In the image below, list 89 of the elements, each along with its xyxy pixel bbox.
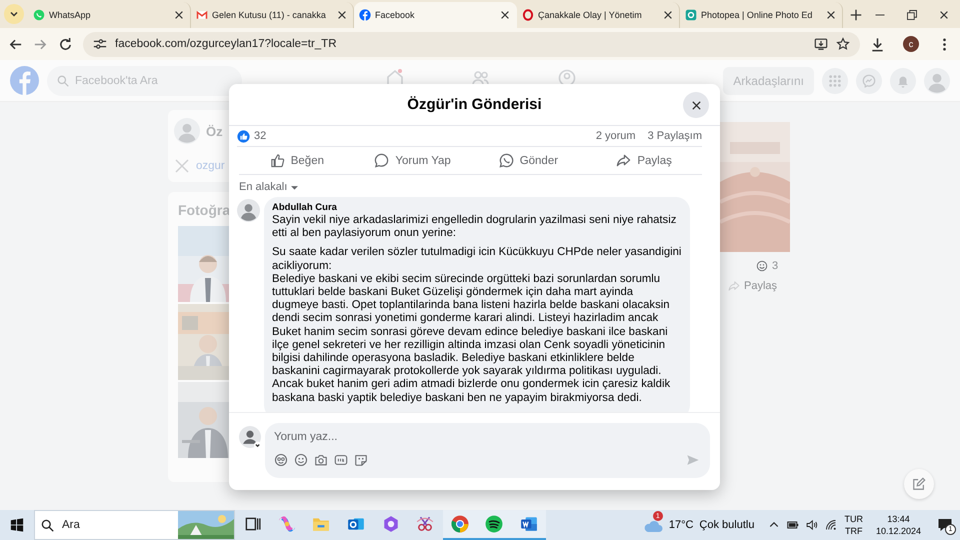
reload-icon[interactable] <box>58 36 73 52</box>
camera-icon[interactable] <box>314 453 328 467</box>
share-arrow-icon <box>616 153 632 168</box>
avatar-icon[interactable] <box>237 199 260 222</box>
search-placeholder: Facebook'ta Ara <box>75 74 158 86</box>
avatar-icon <box>174 118 200 144</box>
apps-grid-icon <box>828 74 842 88</box>
word-icon <box>520 515 538 533</box>
close-button[interactable] <box>683 92 709 118</box>
new-tab-icon[interactable] <box>849 8 863 22</box>
search-icon <box>57 74 69 86</box>
profile-avatar[interactable]: c <box>903 36 919 52</box>
gif-icon[interactable] <box>334 453 348 467</box>
spotify-icon <box>485 515 504 533</box>
tab-title: WhatsApp <box>49 10 92 20</box>
chrome-icon <box>450 515 469 533</box>
bookmark-star-icon[interactable] <box>836 37 850 51</box>
emoji-icon[interactable] <box>294 453 308 467</box>
tab-search-button[interactable] <box>4 4 24 24</box>
site-info-icon[interactable] <box>93 37 107 51</box>
thumbs-up-icon <box>270 153 285 168</box>
taskbar-search[interactable]: Ara <box>34 510 235 540</box>
close-icon[interactable] <box>336 9 348 21</box>
close-icon <box>690 98 702 112</box>
temperature[interactable]: 17°C <box>668 519 694 531</box>
comment-count[interactable]: 2 yorum <box>596 130 636 142</box>
speech-bubble-icon <box>374 153 390 168</box>
comment-text: Su saate kadar verilen sözler tutulmadigi icin Kücükkuyu CHPde neler yasandigini acikliyorum: Belediye baskani ve ekibi secim sürecinde orgütteki bazi sorunlardan sorumlu tuttuklari belde baskani Buket Güzelişi göndermek için daha mart ayinda dugmeye basti. Opet toplantilarinda bana listeni hazirla belde baskani olacaksin dendi secim sonrasi yonetimi gonderme karari alindi. Listeyi hazirladim ancak Buket hanim secim sonrasi göreve devam edince belediye baskani ilce baskani ilçe genel sekreteri ve her rezilligin altinda imzasi olan Cenk soyadli yöneticinin bilgisi dahilinde operasyona basladik. Belediye baskani etkinliklere belde baskanini cagirmayarak protokollerde yok sayarak yıldırma politikası uyguladi. Ancak buket hanim geri adim atmadi bizlerde onu gondermek icin çaresiz kaldik baskana baski yaptik belediye baskani ben ne yapayim birakmiyorsa dedi. <box>272 246 682 405</box>
search-field[interactable]: Ara <box>60 518 160 532</box>
comment-box[interactable]: Yorum yaz... <box>265 423 710 478</box>
scissors-icon <box>416 515 434 533</box>
comment-text: Sayin vekil niye arkadaslarimizi engelledin dogrularin yazilmasi seni niye rahatsiz etti al ben paylasiyorum onun yerine: <box>272 214 678 240</box>
close-icon[interactable] <box>825 9 837 21</box>
tab-title: Photopea | Online Photo Ed <box>701 10 814 20</box>
post-action-button[interactable]: Beğen <box>239 147 355 174</box>
share-arrow-icon <box>728 280 740 292</box>
post-action-button[interactable]: Yorum Yap <box>354 147 470 174</box>
battery-icon[interactable] <box>787 519 800 531</box>
close-icon[interactable] <box>662 9 674 21</box>
avatar-sticker-icon[interactable] <box>274 453 288 467</box>
edit-icon <box>912 477 926 491</box>
whatsapp-icon <box>498 153 514 168</box>
sticker-icon[interactable] <box>354 453 368 467</box>
like-reaction-icon <box>237 130 250 142</box>
whatsapp-icon <box>33 9 45 21</box>
keyboard-layout[interactable]: TRF <box>844 525 862 537</box>
close-icon[interactable] <box>938 9 950 21</box>
volume-icon[interactable] <box>806 519 818 531</box>
task-view-icon <box>243 515 262 533</box>
envelope-icon <box>196 9 208 21</box>
like-count[interactable]: 32 <box>254 130 266 142</box>
sort-dropdown[interactable]: En alakalı <box>239 181 300 193</box>
browser-tab[interactable]: Facebook <box>354 2 517 28</box>
install-icon[interactable] <box>814 37 828 51</box>
post-action-button[interactable]: Gönder <box>470 147 586 174</box>
windows-icon <box>10 518 24 532</box>
photopea-icon <box>685 9 697 21</box>
restore-icon[interactable] <box>906 9 918 21</box>
close-icon[interactable] <box>173 9 185 21</box>
post-action-button[interactable]: Paylaş <box>586 147 702 174</box>
clock-time[interactable]: 13:44 <box>887 513 910 525</box>
hexagon-icon <box>382 515 400 533</box>
bell-icon <box>896 74 910 88</box>
facebook-icon <box>359 9 371 21</box>
language-code[interactable]: TUR <box>844 513 863 525</box>
close-icon[interactable] <box>499 9 511 21</box>
url-text: facebook.com/ozgurceylan17?locale=tr_TR <box>115 38 338 50</box>
copilot-icon <box>278 515 296 533</box>
reaction-icon <box>756 260 768 272</box>
messenger-icon <box>862 74 876 88</box>
profile-name: Öz <box>206 124 223 138</box>
tab-title: Facebook <box>375 10 416 20</box>
avatar-icon[interactable] <box>239 425 261 449</box>
comment-field[interactable]: Yorum yaz... <box>274 429 700 445</box>
dialog-title: Özgür'in Gönderisi <box>407 96 542 113</box>
photos-heading: Fotoğra <box>178 202 232 218</box>
address-bar[interactable]: facebook.com/ozgurceylan17?locale=tr_TR <box>83 32 860 56</box>
weather-condition[interactable]: Çok bulutlu <box>699 519 754 531</box>
comment-author[interactable]: Abdullah Cura <box>272 202 682 214</box>
clock-date[interactable]: 10.12.2024 <box>876 525 921 537</box>
tab-title: Gelen Kutusu (11) - canakka <box>212 10 327 20</box>
download-icon[interactable] <box>870 36 885 52</box>
wifi-icon[interactable] <box>825 519 838 531</box>
ring-icon <box>522 9 534 21</box>
tab-title: Çanakkale Olay | Yönetim <box>538 10 643 20</box>
reaction-count: 3 <box>772 260 778 272</box>
x-logo-icon <box>174 158 190 174</box>
search-icon <box>41 518 54 532</box>
share-count[interactable]: 3 Paylaşım <box>648 130 702 142</box>
